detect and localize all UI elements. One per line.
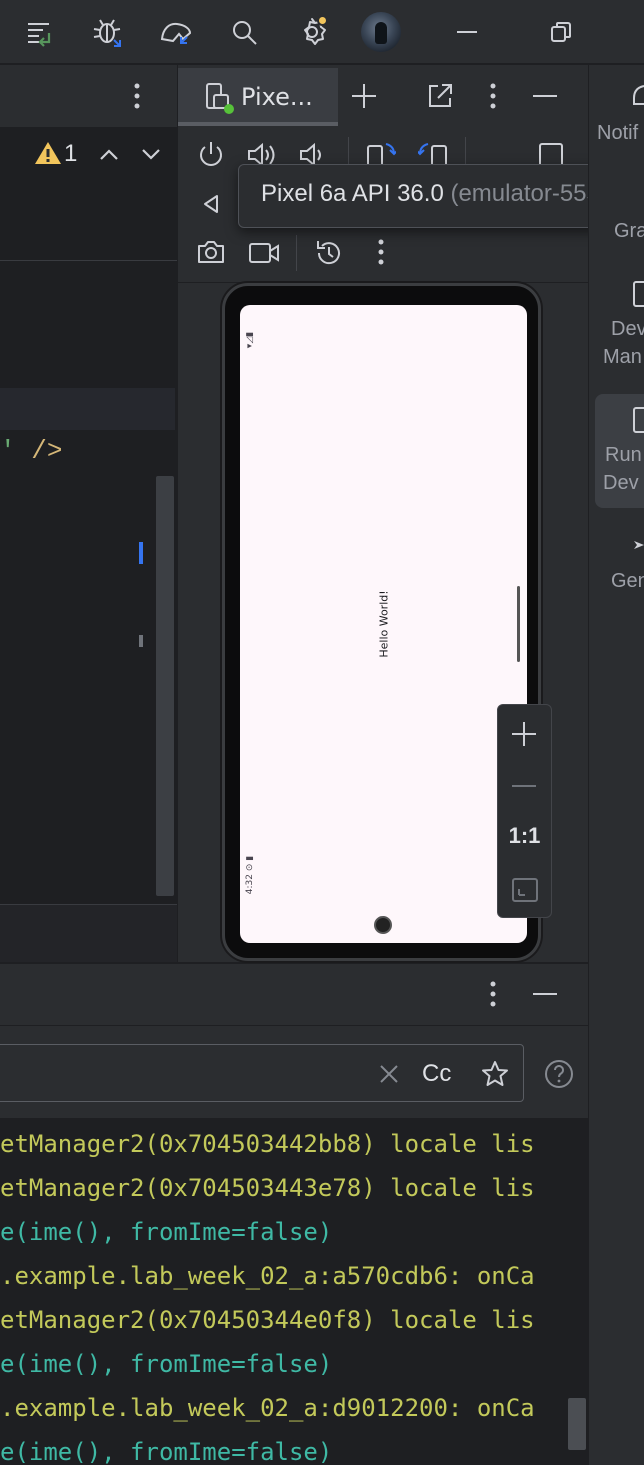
open-external-icon[interactable] bbox=[426, 82, 454, 110]
device-tooltip-serial: (emulator-555 bbox=[450, 180, 600, 207]
code-tag-close: /> bbox=[15, 436, 63, 466]
bell-icon[interactable] bbox=[632, 82, 644, 110]
device-tab-icon bbox=[204, 82, 234, 114]
previous-highlight-icon[interactable] bbox=[96, 142, 122, 166]
device-tooltip-name: Pixel 6a API 36.0 bbox=[261, 180, 444, 207]
favorite-filter-icon[interactable] bbox=[480, 1060, 510, 1088]
log-line: e(ime(), fromIme=false) bbox=[0, 1438, 333, 1465]
next-highlight-icon[interactable] bbox=[138, 142, 164, 166]
warning-icon[interactable] bbox=[34, 140, 62, 166]
editor-bottom-bar bbox=[0, 904, 177, 962]
logcat-output[interactable]: etManager2(0x704503442bb8) locale lis et… bbox=[0, 1118, 588, 1465]
current-line-highlight bbox=[0, 388, 175, 430]
minimize-icon[interactable] bbox=[447, 12, 487, 52]
more-options-icon[interactable] bbox=[368, 236, 394, 268]
strip-label-gemini[interactable]: Gen bbox=[611, 570, 644, 593]
running-devices-icon[interactable] bbox=[632, 406, 644, 434]
code-editor[interactable] bbox=[0, 182, 177, 962]
log-line: .example.lab_week_02_a:a570cdb6: onCa bbox=[0, 1262, 535, 1290]
status-bar-time: 4:32 ⊙ ▮ bbox=[245, 855, 255, 895]
screenshot-icon[interactable] bbox=[196, 238, 226, 266]
code-line-fragment: ' /> bbox=[0, 436, 62, 466]
device-tab-label: Pixe... bbox=[241, 83, 313, 111]
log-line: etManager2(0x704503443e78) locale lis bbox=[0, 1174, 535, 1202]
profiler-icon[interactable] bbox=[156, 12, 196, 52]
logcat-scrollbar[interactable] bbox=[568, 1398, 586, 1450]
device-tooltip-text: Pixel 6a API 36.0 (emulator-555 bbox=[261, 180, 600, 208]
more-options-icon[interactable] bbox=[480, 978, 506, 1010]
help-icon[interactable] bbox=[543, 1058, 575, 1090]
gemini-icon[interactable] bbox=[632, 536, 644, 554]
toolbar-separator bbox=[296, 235, 297, 271]
warning-count: 1 bbox=[64, 140, 78, 167]
run-list-icon[interactable] bbox=[20, 12, 60, 52]
clear-filter-icon[interactable] bbox=[378, 1063, 400, 1085]
strip-label-device-manager[interactable]: Dev bbox=[611, 318, 644, 341]
editor-divider bbox=[0, 260, 177, 261]
status-bar-indicators: ▾◿▮ bbox=[245, 331, 255, 349]
log-line: .example.lab_week_02_a:d9012200: onCa bbox=[0, 1394, 535, 1422]
log-line: e(ime(), fromIme=false) bbox=[0, 1350, 333, 1378]
zoom-out-icon[interactable] bbox=[510, 772, 538, 800]
strip-label-notifications[interactable]: Notif bbox=[597, 122, 638, 145]
hide-panel-icon[interactable] bbox=[531, 82, 559, 110]
avatar[interactable] bbox=[361, 12, 401, 52]
camera-cutout bbox=[374, 916, 392, 934]
strip-label-gradle[interactable]: Gra bbox=[614, 220, 644, 243]
log-line: e(ime(), fromIme=false) bbox=[0, 1218, 333, 1246]
log-line: etManager2(0x70450344e0f8) locale lis bbox=[0, 1306, 535, 1334]
code-quote: ' bbox=[0, 436, 16, 466]
log-line: etManager2(0x704503442bb8) locale lis bbox=[0, 1130, 535, 1158]
zoom-in-icon[interactable] bbox=[510, 720, 538, 748]
search-icon[interactable] bbox=[224, 12, 264, 52]
back-icon[interactable] bbox=[200, 193, 222, 215]
debug-icon[interactable] bbox=[88, 12, 128, 52]
restore-icon[interactable] bbox=[541, 12, 581, 52]
editor-scrollbar[interactable] bbox=[156, 476, 174, 896]
change-marker bbox=[139, 542, 143, 564]
match-case-toggle[interactable]: Cc bbox=[422, 1060, 451, 1088]
more-options-icon[interactable] bbox=[480, 80, 506, 112]
editor-tab-bar bbox=[0, 65, 177, 128]
power-icon[interactable] bbox=[196, 140, 226, 170]
zoom-actual-size-button[interactable]: 1:1 bbox=[497, 823, 552, 849]
strip-label-device-manager-2[interactable]: Man bbox=[603, 346, 642, 369]
tab-selected-indicator bbox=[178, 122, 338, 126]
screen-record-icon[interactable] bbox=[248, 240, 280, 266]
add-device-icon[interactable] bbox=[350, 82, 378, 110]
more-options-icon[interactable] bbox=[124, 80, 150, 112]
device-manager-icon[interactable] bbox=[632, 280, 644, 308]
right-tool-strip bbox=[588, 65, 644, 1465]
hide-panel-icon[interactable] bbox=[531, 980, 559, 1008]
settings-update-badge bbox=[317, 15, 328, 26]
phone-side-button bbox=[517, 586, 520, 662]
hello-world-text: Hello World! bbox=[377, 590, 391, 658]
strip-label-running-devices[interactable]: Run bbox=[605, 444, 642, 467]
zoom-fit-icon[interactable] bbox=[511, 877, 539, 903]
strip-label-running-devices-2[interactable]: Dev bbox=[603, 472, 639, 495]
change-marker bbox=[139, 635, 143, 647]
snapshot-icon[interactable] bbox=[314, 238, 344, 268]
